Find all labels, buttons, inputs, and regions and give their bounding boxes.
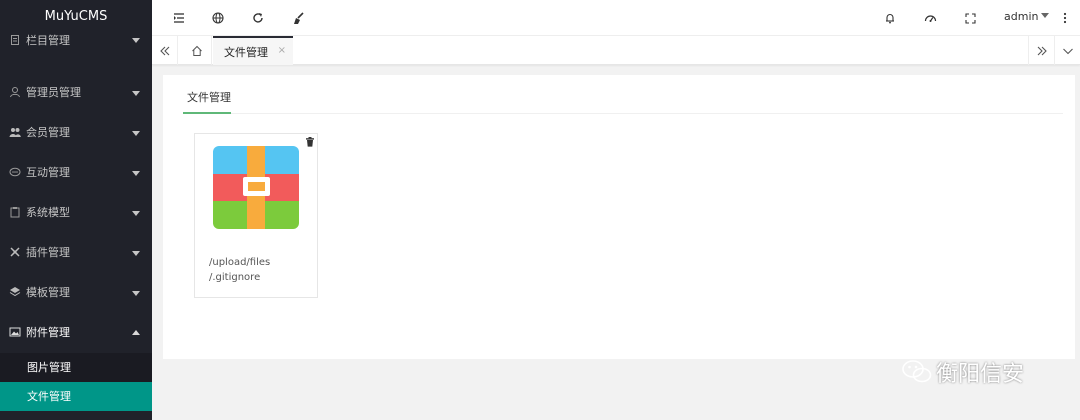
trash-icon[interactable] xyxy=(305,136,315,150)
chevron-down-icon xyxy=(132,251,140,256)
close-icon[interactable]: × xyxy=(278,45,286,56)
sidebar-item-system-model[interactable]: 系统模型 xyxy=(0,193,152,233)
archive-file-icon xyxy=(213,146,299,229)
sidebar-item-label: 模板管理 xyxy=(26,286,70,299)
user-icon xyxy=(10,87,20,98)
sidebar-item-admins[interactable]: 管理员管理 xyxy=(0,73,152,113)
wechat-icon xyxy=(902,360,932,383)
globe-icon[interactable] xyxy=(209,9,227,27)
sidebar-item-label: 插件管理 xyxy=(26,246,70,259)
home-icon xyxy=(191,45,202,56)
file-path: /upload/files /.gitignore xyxy=(209,255,270,285)
image-icon xyxy=(9,327,21,337)
tab-label: 文件管理 xyxy=(224,45,268,59)
chevron-up-icon xyxy=(132,330,140,335)
refresh-icon[interactable] xyxy=(249,9,267,27)
theme-icon[interactable] xyxy=(921,9,939,27)
chevron-down-icon xyxy=(1041,13,1050,18)
file-path-line: /upload/files xyxy=(209,257,271,268)
plugin-icon xyxy=(10,247,20,257)
chevron-down-icon xyxy=(132,211,140,216)
file-card[interactable]: /upload/files /.gitignore xyxy=(194,133,318,298)
chevron-down-icon xyxy=(132,91,140,96)
username: admin xyxy=(1004,10,1039,23)
watermark: 衡阳信安 xyxy=(902,356,1024,388)
chevron-down-icon xyxy=(132,38,140,43)
logo[interactable]: MuYuCMS xyxy=(0,0,152,34)
doc-icon xyxy=(11,35,19,45)
sidebar-item-label: 会员管理 xyxy=(26,126,70,139)
clean-icon[interactable] xyxy=(289,9,307,27)
content-tab-underline xyxy=(183,112,231,114)
chevron-down-icon xyxy=(132,171,140,176)
home-tab[interactable] xyxy=(182,36,212,65)
attachments-submenu: 图片管理 文件管理 xyxy=(0,353,152,411)
sidebar-item-label: 系统模型 xyxy=(26,206,70,219)
chevron-down-icon xyxy=(132,291,140,296)
chevron-down-icon xyxy=(132,131,140,136)
sidebar-item-label: 管理员管理 xyxy=(26,86,81,99)
sidebar-subitem-files[interactable]: 文件管理 xyxy=(0,382,152,411)
sidebar-item-label: 互动管理 xyxy=(26,166,70,179)
tabs-bar: 文件管理 × xyxy=(152,36,1080,65)
tab-file-management[interactable]: 文件管理 × xyxy=(213,36,293,65)
sidebar-item-attachments[interactable]: 附件管理 xyxy=(0,313,152,353)
menu-fold-icon[interactable] xyxy=(170,9,188,27)
bell-icon[interactable] xyxy=(881,9,899,27)
sidebar: MuYuCMS 栏目管理 管理员管理 会员管理 互动管理 系统模型 插件管理 模… xyxy=(0,0,152,420)
sidebar-item-members[interactable]: 会员管理 xyxy=(0,113,152,153)
more-icon[interactable] xyxy=(1056,9,1074,27)
tabs-menu-chevron-icon[interactable] xyxy=(1054,36,1080,65)
layers-icon xyxy=(9,287,21,297)
tab-divider xyxy=(183,113,1063,114)
top-header: admin xyxy=(152,0,1080,36)
clipboard-icon xyxy=(10,207,20,218)
sidebar-item-label: 附件管理 xyxy=(26,326,70,339)
user-menu[interactable]: admin xyxy=(1004,10,1050,23)
content-tab-file-management[interactable]: 文件管理 xyxy=(187,89,231,105)
users-icon xyxy=(9,128,21,137)
fullscreen-icon[interactable] xyxy=(961,9,979,27)
sidebar-item-plugins[interactable]: 插件管理 xyxy=(0,233,152,273)
watermark-text: 衡阳信安 xyxy=(936,362,1025,387)
sidebar-item-interaction[interactable]: 互动管理 xyxy=(0,153,152,193)
chat-icon xyxy=(9,167,21,177)
sidebar-item-column[interactable]: 栏目管理 xyxy=(0,33,152,49)
sidebar-item-label: 栏目管理 xyxy=(26,34,70,47)
tabs-scroll-left-icon[interactable] xyxy=(152,36,178,65)
sidebar-subitem-images[interactable]: 图片管理 xyxy=(0,353,152,382)
file-path-line: /.gitignore xyxy=(209,272,261,283)
tabs-scroll-right-icon[interactable] xyxy=(1028,36,1054,65)
sidebar-item-templates[interactable]: 模板管理 xyxy=(0,273,152,313)
content-card: 文件管理 /upload/files /.gitignore xyxy=(163,75,1075,359)
